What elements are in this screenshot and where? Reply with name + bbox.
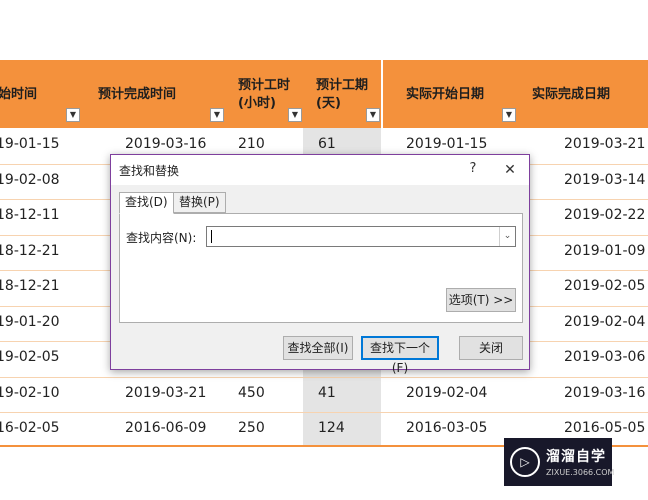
table-cell[interactable]: 2016-03-05 (406, 420, 487, 436)
row-divider (0, 377, 648, 378)
table-cell[interactable]: 2019-03-06 (564, 349, 645, 365)
header-label-line1: 预计工时 (238, 78, 291, 93)
site-watermark: ▷ 溜溜自学 ZIXUE.3066.COM (504, 438, 615, 486)
table-cell[interactable]: 19-01-20 (0, 314, 60, 330)
header-actual-finish: 实际完成日期 (520, 60, 648, 128)
find-what-label: 查找内容(N): (126, 231, 197, 245)
header-label: 实际开始日期 (406, 87, 485, 102)
play-logo-icon: ▷ (510, 447, 540, 477)
row-divider (0, 412, 648, 413)
table-cell[interactable]: 250 (238, 420, 265, 436)
table-cell[interactable]: 2019-02-04 (406, 385, 487, 401)
find-what-combobox[interactable]: ⌄ (206, 226, 516, 247)
table-cell[interactable]: 2016-06-09 (125, 420, 206, 436)
text-caret (211, 230, 212, 243)
header-label-line1: 预计工期 (316, 78, 369, 93)
header-row: 始时间 ▼ 预计完成时间 ▼ 预计工时 (小时) ▼ 预计工期 (天) ▼ 实际… (0, 60, 648, 128)
close-button[interactable]: 关闭 (459, 336, 523, 360)
table-cell[interactable]: 61 (318, 136, 336, 152)
header-planned-days: 预计工期 (天) ▼ (306, 60, 382, 128)
header-label: 始时间 (0, 87, 38, 102)
table-cell[interactable]: 19-02-08 (0, 172, 60, 188)
table-cell[interactable]: 2016-05-05 (564, 420, 645, 436)
table-cell[interactable]: 19-01-15 (0, 136, 60, 152)
table-cell[interactable]: 2019-01-15 (406, 136, 487, 152)
table-cell[interactable]: 2019-03-21 (564, 136, 645, 152)
find-what-input[interactable] (207, 227, 497, 246)
watermark-name: 溜溜自学 (546, 449, 606, 465)
column-separator (381, 60, 383, 128)
table-cell[interactable]: 2019-02-04 (564, 314, 645, 330)
header-planned-hours: 预计工时 (小时) ▼ (230, 60, 304, 128)
find-next-button[interactable]: 查找下一个(F) (361, 336, 439, 375)
watermark-url: ZIXUE.3066.COM (546, 468, 615, 477)
header-label: 实际完成日期 (532, 87, 611, 102)
table-cell[interactable]: 2019-03-16 (564, 385, 645, 401)
filter-dropdown-icon[interactable]: ▼ (502, 108, 516, 122)
table-cell[interactable]: 2019-02-22 (564, 207, 645, 223)
table-cell[interactable]: 18-12-21 (0, 243, 60, 259)
header-label-line2: (天) (316, 96, 341, 111)
filter-dropdown-icon[interactable]: ▼ (66, 108, 80, 122)
table-cell[interactable]: 16-02-05 (0, 420, 60, 436)
chevron-down-icon[interactable]: ⌄ (499, 227, 515, 246)
tab-find[interactable]: 查找(D) (119, 192, 174, 214)
help-icon[interactable]: ? (463, 159, 483, 179)
filter-dropdown-icon[interactable]: ▼ (366, 108, 380, 122)
dialog-title: 查找和替换 (119, 164, 180, 178)
header-label-line2: (小时) (238, 96, 276, 111)
table-cell[interactable]: 18-12-11 (0, 207, 60, 223)
table-cell[interactable]: 2019-03-21 (125, 385, 206, 401)
table-cell[interactable]: 41 (318, 385, 336, 401)
table-cell[interactable]: 2019-01-09 (564, 243, 645, 259)
table-cell[interactable]: 450 (238, 385, 265, 401)
find-all-button[interactable]: 查找全部(I) (283, 336, 353, 360)
table-cell[interactable]: 124 (318, 420, 345, 436)
filter-dropdown-icon[interactable]: ▼ (288, 108, 302, 122)
table-cell[interactable]: 2019-02-05 (564, 278, 645, 294)
table-cell[interactable]: 2019-03-16 (125, 136, 206, 152)
find-replace-dialog: 查找和替换 ? ✕ 查找(D) 替换(P) 查找内容(N): ⌄ 选项(T) >… (110, 154, 530, 375)
table-cell[interactable]: 18-12-21 (0, 278, 60, 294)
sheet-top-area (0, 0, 648, 60)
table-cell[interactable]: 19-02-05 (0, 349, 60, 365)
table-cell[interactable]: 2019-03-14 (564, 172, 645, 188)
filter-dropdown-icon[interactable]: ▼ (210, 108, 224, 122)
header-label: 预计完成时间 (98, 87, 177, 102)
options-button[interactable]: 选项(T) >> (446, 288, 516, 312)
table-cell[interactable]: 210 (238, 136, 265, 152)
find-tab-panel: 查找内容(N): ⌄ 选项(T) >> (119, 213, 523, 323)
close-icon[interactable]: ✕ (499, 159, 521, 181)
tab-replace[interactable]: 替换(P) (173, 192, 226, 213)
table-cell[interactable]: 19-02-10 (0, 385, 60, 401)
header-actual-start: 实际开始日期 ▼ (384, 60, 520, 128)
dialog-titlebar[interactable]: 查找和替换 ? ✕ (111, 155, 529, 185)
